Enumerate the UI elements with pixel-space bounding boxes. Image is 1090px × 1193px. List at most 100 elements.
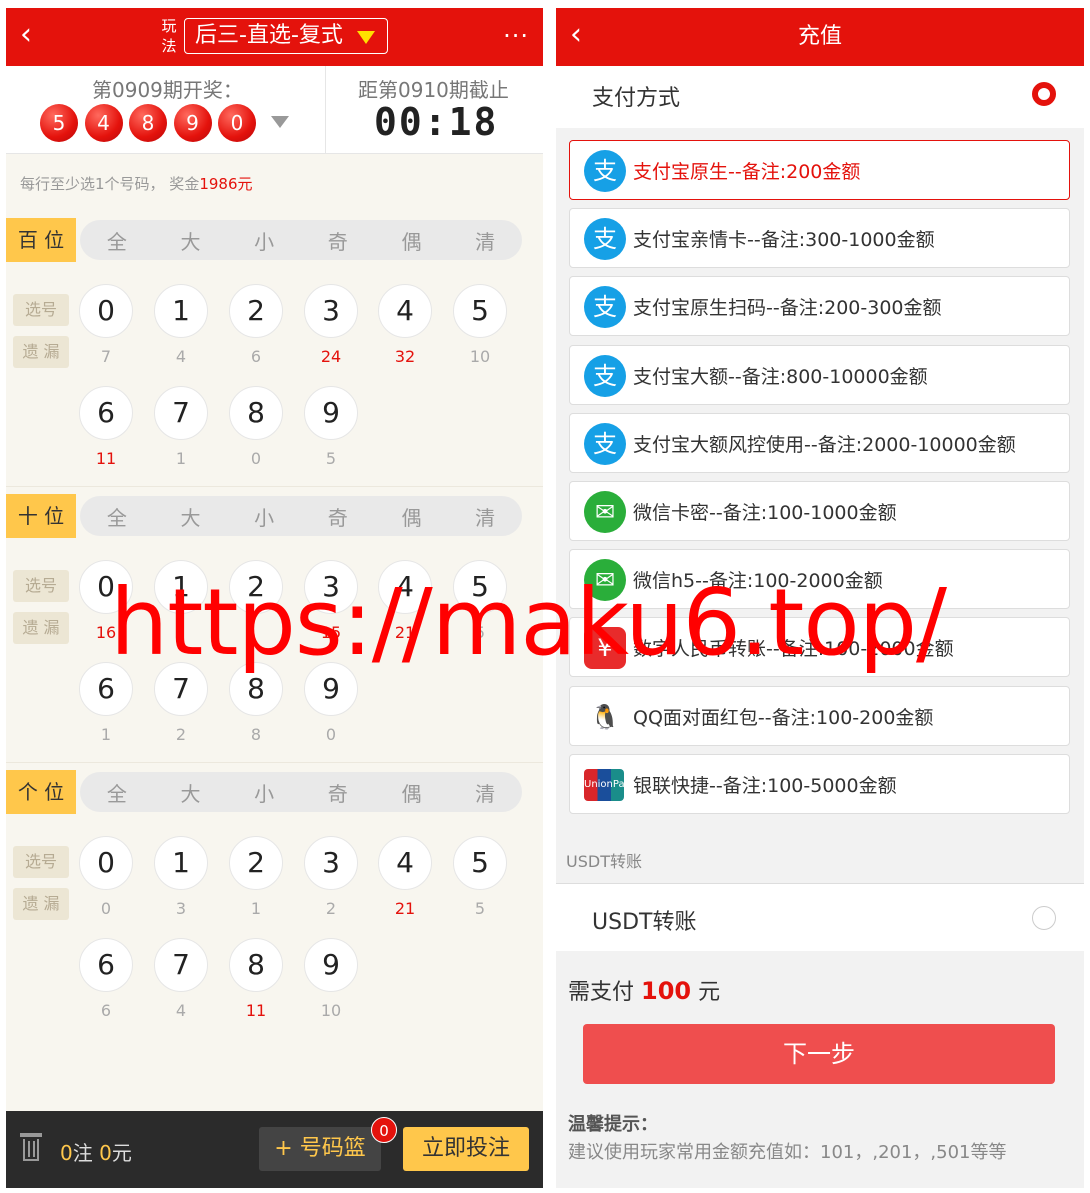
digit-ball[interactable]: 7 <box>154 938 208 992</box>
miss-tag: 遗 漏 <box>13 888 69 920</box>
next-step-button[interactable]: 下一步 <box>583 1024 1055 1084</box>
digit-position: 个 位全大小奇偶清选号遗 漏 0 0 1 3 2 1 3 2 4 21 5 5 6 6 7 4 8 11 9 10 <box>6 770 543 1040</box>
more-icon[interactable]: ··· <box>503 22 529 50</box>
amount-due-unit: 元 <box>698 980 721 1005</box>
payment-option[interactable]: 支支付宝原生扫码--备注:200-300金额 <box>569 276 1070 337</box>
digit-ball[interactable]: 6 <box>79 386 133 440</box>
quick-select-5[interactable]: 清 <box>475 502 495 531</box>
radio-unselected-icon[interactable] <box>1032 906 1056 930</box>
miss-count: 6 <box>100 1001 112 1020</box>
miss-count: 7 <box>100 347 112 366</box>
payment-option-label: 微信卡密--备注:100-1000金额 <box>633 502 897 524</box>
digit-ball[interactable]: 7 <box>154 386 208 440</box>
quick-select-4[interactable]: 偶 <box>401 778 421 807</box>
miss-count: 2 <box>325 899 337 918</box>
digit-ball[interactable]: 1 <box>154 284 208 338</box>
quick-select-3[interactable]: 奇 <box>328 502 348 531</box>
play-type-select[interactable]: 后三-直选-复式 <box>184 18 388 54</box>
page-title: 充值 <box>797 24 842 49</box>
digit-ball[interactable]: 3 <box>304 284 358 338</box>
payment-option[interactable]: UnionPay 银联快捷--备注:100-5000金额 <box>569 753 1070 814</box>
position-label: 个 位 <box>6 770 76 814</box>
digit-ball[interactable]: 8 <box>229 938 283 992</box>
digit-ball[interactable]: 5 <box>453 836 507 890</box>
result-ball: 9 <box>173 104 212 142</box>
quick-select-5[interactable]: 清 <box>475 226 495 255</box>
miss-count: 1 <box>175 449 187 468</box>
quick-select-3[interactable]: 奇 <box>328 778 348 807</box>
digit-ball[interactable]: 4 <box>378 836 432 890</box>
result-ball: 4 <box>84 104 123 142</box>
alipay-icon: 支 <box>584 354 626 397</box>
dropdown-triangle-icon <box>357 31 375 44</box>
digit-ball[interactable]: 3 <box>304 836 358 890</box>
miss-count: 3 <box>175 899 187 918</box>
digit-ball[interactable]: 9 <box>304 386 358 440</box>
quick-select-2[interactable]: 小 <box>254 778 274 807</box>
digit-ball[interactable]: 5 <box>453 284 507 338</box>
payment-option-label: 支付宝亲情卡--备注:300-1000金额 <box>633 229 935 252</box>
payment-option[interactable]: 支支付宝原生--备注:200金额 <box>569 140 1070 200</box>
lottery-header: ‹ 玩法 后三-直选-复式 ··· <box>6 8 543 66</box>
digit-ball[interactable]: 2 <box>229 836 283 890</box>
quick-select-4[interactable]: 偶 <box>401 502 421 531</box>
miss-count: 5 <box>325 449 337 468</box>
bet-amount-unit: 元 <box>111 1141 132 1165</box>
quick-select-0[interactable]: 全 <box>107 778 127 807</box>
hint-text: 每行至少选1个号码， 奖金 <box>20 175 200 193</box>
quick-select-5[interactable]: 清 <box>475 778 495 807</box>
miss-count: 0 <box>250 449 262 468</box>
tip-text: 建议使用玩家常用金额充值如：101，,201，,501等等 <box>568 1142 1007 1163</box>
watermark: https://maku6.top/ <box>110 569 947 676</box>
quick-select-0[interactable]: 全 <box>107 226 127 255</box>
recharge-header: ‹ 充值 <box>556 8 1084 66</box>
digit-ball[interactable]: 1 <box>154 836 208 890</box>
select-tag: 选号 <box>13 294 69 326</box>
position-label: 百 位 <box>6 218 76 262</box>
quick-select-2[interactable]: 小 <box>254 502 274 531</box>
quick-select-2[interactable]: 小 <box>254 226 274 255</box>
payment-option-label: 银联快捷--备注:100-5000金额 <box>633 774 897 797</box>
section-divider <box>6 486 543 487</box>
number-basket-button[interactable]: + 号码篮 <box>259 1127 381 1171</box>
payment-option[interactable]: ✉ 微信卡密--备注:100-1000金额 <box>569 481 1070 541</box>
miss-count: 4 <box>175 347 187 366</box>
digit-ball[interactable]: 4 <box>378 284 432 338</box>
radio-selected-icon[interactable] <box>1032 82 1056 106</box>
digit-ball[interactable]: 9 <box>304 938 358 992</box>
quick-select-1[interactable]: 大 <box>180 502 200 531</box>
payment-method-label: 支付方式 <box>592 86 681 111</box>
quick-select-bar: 全大小奇偶清 <box>80 772 522 812</box>
miss-count: 0 <box>325 725 337 744</box>
usdt-option[interactable]: USDT转账 <box>556 883 1084 951</box>
miss-tag: 遗 漏 <box>13 612 69 644</box>
digit-ball[interactable]: 0 <box>79 284 133 338</box>
digit-ball[interactable]: 2 <box>229 284 283 338</box>
bet-summary: 0注 0元 <box>60 1137 132 1166</box>
payment-method-row[interactable]: 支付方式 <box>556 66 1084 128</box>
miss-count: 2 <box>175 725 187 744</box>
payment-option[interactable]: 支支付宝大额风控使用--备注:2000-10000金额 <box>569 412 1070 473</box>
digit-ball[interactable]: 6 <box>79 938 133 992</box>
digit-ball[interactable]: 8 <box>229 386 283 440</box>
section-divider <box>6 762 543 763</box>
last-draw: 第0909期开奖： 54890 <box>6 66 326 154</box>
quick-select-0[interactable]: 全 <box>107 502 127 531</box>
quick-select-1[interactable]: 大 <box>180 226 200 255</box>
place-bet-button[interactable]: 立即投注 <box>403 1127 529 1171</box>
quick-select-4[interactable]: 偶 <box>401 226 421 255</box>
quick-select-1[interactable]: 大 <box>180 778 200 807</box>
quick-select-3[interactable]: 奇 <box>328 226 348 255</box>
payment-option-label: QQ面对面红包--备注:100-200金额 <box>633 706 934 729</box>
payment-option[interactable]: 支支付宝大额--备注:800-10000金额 <box>569 344 1070 405</box>
payment-option-label: 支付宝大额--备注:800-10000金额 <box>633 365 928 388</box>
payment-option[interactable]: 支支付宝亲情卡--备注:300-1000金额 <box>569 208 1070 269</box>
miss-tag: 遗 漏 <box>13 336 69 368</box>
payment-option[interactable]: 🐧 QQ面对面红包--备注:100-200金额 <box>569 685 1070 746</box>
bet-count-unit: 注 <box>72 1141 100 1165</box>
trash-icon[interactable] <box>20 1133 42 1161</box>
digit-ball[interactable]: 0 <box>79 836 133 890</box>
back-icon[interactable]: ‹ <box>20 20 32 50</box>
result-ball: 0 <box>218 104 256 142</box>
expand-caret-icon[interactable] <box>271 116 289 128</box>
